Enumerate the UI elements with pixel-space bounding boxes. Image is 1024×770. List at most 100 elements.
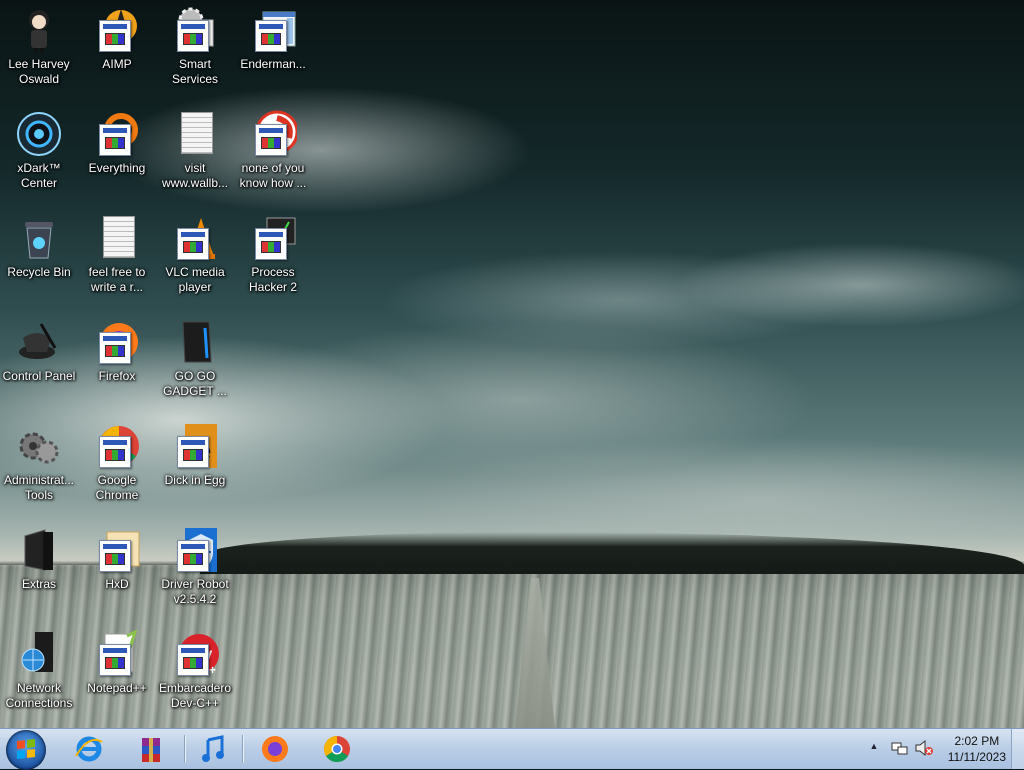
desktop-icon-extras[interactable]: Extras bbox=[0, 526, 78, 592]
taskbar-firefox[interactable] bbox=[252, 731, 298, 767]
icon-label: HxD bbox=[105, 577, 129, 591]
desktop-icon-hxd[interactable]: D HxD bbox=[78, 526, 156, 592]
taskbar-winrar[interactable] bbox=[128, 731, 174, 767]
icon-label: AIMP bbox=[102, 57, 132, 71]
internet-explorer-icon bbox=[75, 736, 103, 762]
icon-label: Extras bbox=[21, 577, 56, 591]
black-folder-icon bbox=[15, 526, 63, 574]
shortcut-overlay-icon bbox=[177, 436, 209, 468]
firefox-icon bbox=[262, 736, 288, 762]
shortcut-overlay-icon bbox=[99, 124, 131, 156]
notepad-icon bbox=[93, 629, 141, 678]
icon-label: feel free to write a r... bbox=[88, 265, 146, 294]
desktop-icon-go-go-gadget[interactable]: GO GO GADGET ... bbox=[156, 318, 234, 399]
desktop-icon-firefox[interactable]: Firefox bbox=[78, 318, 156, 384]
shortcut-overlay-icon bbox=[177, 644, 209, 676]
desktop-icon-driver-robot[interactable]: Driver Robot v2.5.4.2 bbox=[156, 526, 234, 607]
icon-label: Administrat... Tools bbox=[3, 473, 75, 502]
icon-label: Recycle Bin bbox=[7, 265, 71, 279]
network-globe-icon bbox=[15, 630, 63, 678]
taskbar-separator bbox=[184, 735, 185, 763]
desktop-icon-recycle-bin[interactable]: Recycle Bin bbox=[0, 214, 78, 280]
desktop-icon-lee-harvey-oswald[interactable]: Lee Harvey Oswald bbox=[0, 6, 78, 87]
shortcut-overlay-icon bbox=[99, 332, 131, 364]
show-hidden-icons-button[interactable]: ▲ bbox=[868, 741, 880, 755]
shortcut-overlay-icon bbox=[99, 436, 131, 468]
shortcut-overlay-icon bbox=[255, 124, 287, 156]
icon-label: Google Chrome bbox=[95, 473, 139, 502]
gears-icon bbox=[171, 6, 219, 54]
windows-logo-icon bbox=[17, 739, 35, 759]
desktop-icon-notepad-plus-plus[interactable]: Notepad++ bbox=[78, 629, 156, 696]
desktop-icon-process-hacker-2[interactable]: Process Hacker 2 bbox=[234, 214, 312, 295]
icon-label: Enderman... bbox=[240, 57, 306, 71]
taskbar-chrome[interactable] bbox=[314, 731, 360, 767]
shortcut-overlay-icon bbox=[177, 228, 209, 260]
icon-label: none of you know how ... bbox=[239, 161, 307, 190]
shortcut-overlay-icon bbox=[177, 20, 209, 52]
desktop-icon-everything[interactable]: Everything bbox=[78, 110, 156, 176]
icon-label: Smart Services bbox=[171, 57, 218, 86]
desktop-icon-smart-services[interactable]: Smart Services bbox=[156, 6, 234, 87]
show-desktop-button[interactable] bbox=[1011, 729, 1024, 769]
search-ring-icon bbox=[93, 110, 141, 158]
desktop-icon-feel-free-to-write[interactable]: feel free to write a r... bbox=[78, 214, 156, 295]
taskbar-internet-explorer[interactable] bbox=[66, 731, 112, 767]
black-device-icon bbox=[171, 318, 219, 366]
admin-tools-icon bbox=[15, 422, 63, 470]
firefox-icon bbox=[93, 318, 141, 366]
desktop-icon-visit-wallb[interactable]: visit www.wallb... bbox=[156, 110, 234, 191]
window-icon bbox=[249, 6, 297, 54]
wallpaper-treeline bbox=[200, 532, 1024, 574]
shortcut-overlay-icon bbox=[99, 644, 131, 676]
icon-label: xDark™ Center bbox=[17, 161, 61, 190]
desktop-icon-embarcadero-dev-cpp[interactable]: EV+ Embarcadero Dev-C++ bbox=[156, 630, 234, 711]
volume-muted-icon[interactable] bbox=[914, 739, 934, 757]
devcpp-icon: EV+ bbox=[171, 630, 219, 678]
desktop-icon-control-panel[interactable]: Control Panel bbox=[0, 318, 78, 384]
winrar-icon bbox=[142, 738, 160, 762]
shortcut-overlay-icon bbox=[99, 20, 131, 52]
icon-label: Firefox bbox=[98, 369, 136, 383]
desktop-icon-none-of-you-know[interactable]: none of you know how ... bbox=[234, 110, 312, 191]
chrome-icon bbox=[93, 422, 141, 470]
taskbar-clock[interactable]: 2:02 PM 11/11/2023 bbox=[948, 733, 1006, 765]
character-icon bbox=[15, 6, 63, 54]
chrome-icon bbox=[323, 735, 350, 763]
desktop-icon-vlc-media-player[interactable]: VLC media player bbox=[156, 214, 234, 295]
desktop-icon-xdark-center[interactable]: xDark™ Center bbox=[0, 110, 78, 191]
taskbar: ▲ 2:02 PM 11/11/2023 bbox=[0, 728, 1024, 770]
text-document-icon bbox=[93, 214, 141, 262]
hxd-icon: D bbox=[93, 526, 141, 574]
desktop-icon-network-connections[interactable]: Network Connections bbox=[0, 630, 78, 711]
red-swirl-icon bbox=[249, 110, 299, 158]
e-letter-icon: e bbox=[171, 422, 219, 470]
shortcut-overlay-icon bbox=[99, 540, 131, 572]
shortcut-overlay-icon bbox=[177, 540, 209, 572]
taskbar-separator bbox=[242, 735, 243, 763]
icon-label: Dick in Egg bbox=[164, 473, 226, 487]
svg-text:+: + bbox=[209, 663, 216, 677]
control-panel-icon bbox=[15, 318, 63, 366]
icon-label: Process Hacker 2 bbox=[248, 265, 298, 294]
icon-label: Control Panel bbox=[2, 369, 76, 383]
text-document-icon bbox=[171, 110, 219, 158]
desktop-icon-dick-in-egg[interactable]: e Dick in Egg bbox=[156, 422, 234, 488]
icon-label: Notepad++ bbox=[87, 681, 147, 695]
aimp-icon bbox=[93, 6, 141, 54]
desktop-icon-google-chrome[interactable]: Google Chrome bbox=[78, 422, 156, 503]
taskbar-music[interactable] bbox=[190, 731, 236, 767]
start-button[interactable] bbox=[6, 730, 46, 770]
icon-label: visit www.wallb... bbox=[161, 161, 229, 190]
shortcut-overlay-icon bbox=[255, 20, 287, 52]
desktop-icon-aimp[interactable]: AIMP bbox=[78, 6, 156, 72]
icon-label: VLC media player bbox=[165, 265, 225, 294]
desktop-icon-enderman[interactable]: Enderman... bbox=[234, 6, 312, 72]
icon-label: Lee Harvey Oswald bbox=[8, 57, 70, 86]
shortcut-overlay-icon bbox=[255, 228, 287, 260]
icon-label: Everything bbox=[88, 161, 146, 175]
icon-label: Embarcadero Dev-C++ bbox=[158, 681, 232, 710]
desktop-icon-administrative-tools[interactable]: Administrat... Tools bbox=[0, 422, 78, 503]
clock-time: 2:02 PM bbox=[954, 734, 1000, 748]
network-icon[interactable] bbox=[890, 739, 908, 757]
